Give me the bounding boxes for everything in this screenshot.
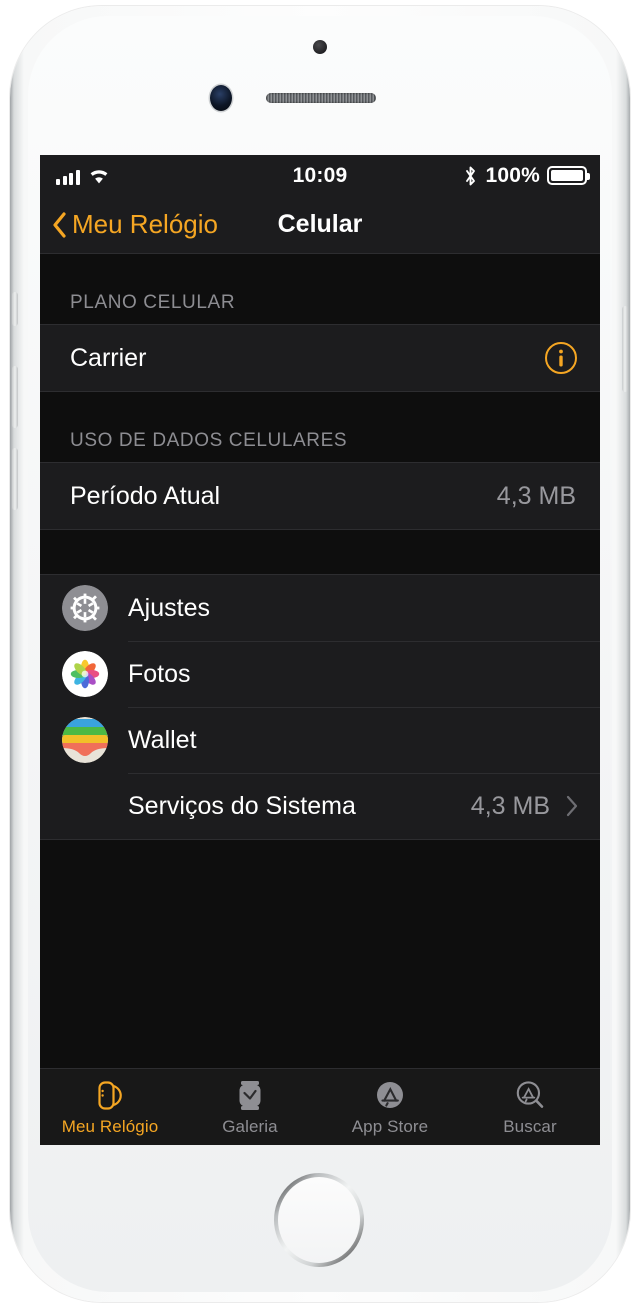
power-button[interactable]	[622, 306, 628, 392]
proximity-sensor-icon	[313, 40, 327, 54]
row-carrier[interactable]: Carrier	[40, 325, 600, 391]
section-header-plano-celular: PLANO CELULAR	[40, 254, 600, 324]
photos-app-icon	[62, 651, 108, 697]
app-store-icon	[377, 1082, 403, 1108]
section-spacer-apps	[40, 530, 600, 574]
tab-bar: Meu Relógio Galeria App Store Buscar	[40, 1068, 600, 1145]
chevron-right-icon	[566, 795, 578, 817]
tab-app-store[interactable]: App Store	[320, 1069, 460, 1145]
row-periodo-atual-label: Período Atual	[70, 481, 221, 510]
row-ajustes-label: Ajustes	[128, 593, 210, 622]
wallet-app-icon	[62, 717, 108, 763]
earpiece-speaker-icon	[266, 93, 376, 103]
settings-app-icon	[62, 585, 108, 631]
row-periodo-atual-value: 4,3 MB	[496, 481, 576, 510]
cell-group-apps: Ajustes Fotos Wallet Serviços do Sistema…	[40, 574, 600, 840]
battery-percentage-label: 100%	[485, 163, 540, 187]
app-store-search-icon	[516, 1081, 544, 1108]
volume-down-button[interactable]	[12, 448, 18, 510]
tab-meu-relogio[interactable]: Meu Relógio	[40, 1069, 180, 1145]
watch-outline-icon	[98, 1081, 122, 1110]
navigation-bar: Meu Relógio Celular	[40, 196, 600, 254]
cell-group-plano-celular: Carrier	[40, 324, 600, 392]
row-wallet-label: Wallet	[128, 725, 197, 754]
home-button[interactable]	[274, 1173, 364, 1267]
tab-app-store-label: App Store	[351, 1117, 429, 1136]
row-periodo-atual[interactable]: Período Atual 4,3 MB	[40, 463, 600, 529]
row-servicos-label: Serviços do Sistema	[128, 791, 356, 820]
info-icon[interactable]	[544, 341, 578, 375]
tab-buscar[interactable]: Buscar	[460, 1069, 600, 1145]
row-fotos[interactable]: Fotos	[40, 641, 600, 707]
row-carrier-label: Carrier	[70, 343, 147, 372]
row-servicos-do-sistema[interactable]: Serviços do Sistema 4,3 MB	[40, 773, 600, 839]
cell-group-uso-de-dados: Período Atual 4,3 MB	[40, 462, 600, 530]
row-fotos-label: Fotos	[128, 659, 191, 688]
section-header-uso-de-dados: USO DE DADOS CELULARES	[40, 392, 600, 462]
tab-galeria-label: Galeria	[222, 1117, 278, 1136]
tab-galeria[interactable]: Galeria	[180, 1069, 320, 1145]
page-title: Celular	[277, 210, 363, 238]
row-servicos-value: 4,3 MB	[470, 791, 550, 820]
row-ajustes[interactable]: Ajustes	[40, 575, 600, 641]
front-camera-icon	[210, 85, 232, 111]
tab-buscar-label: Buscar	[503, 1117, 557, 1136]
settings-list[interactable]: PLANO CELULAR Carrier USO DE DADOS CELUL…	[40, 254, 600, 1069]
tab-meu-relogio-label: Meu Relógio	[61, 1117, 159, 1136]
status-bar: 10:09 100%	[40, 155, 600, 196]
watch-face-gallery-icon	[239, 1081, 261, 1110]
phone-screen: 10:09 100% Meu Relógio Celular PLANO CEL…	[40, 155, 600, 1145]
volume-up-button[interactable]	[12, 366, 18, 428]
battery-full-icon	[547, 166, 590, 185]
row-wallet[interactable]: Wallet	[40, 707, 600, 773]
bluetooth-icon	[466, 166, 476, 185]
status-bar-right: 100%	[463, 163, 590, 188]
silent-switch[interactable]	[12, 292, 18, 326]
